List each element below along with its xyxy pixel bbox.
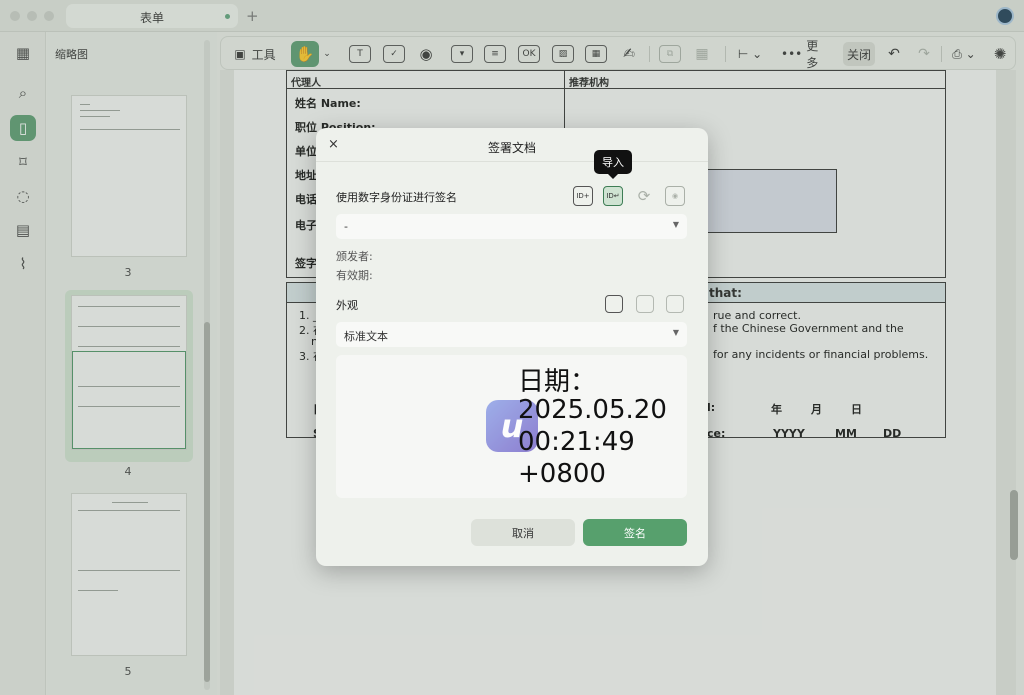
refresh-icon[interactable]: ⟳ (634, 186, 654, 206)
edit-appearance-icon[interactable] (636, 295, 654, 313)
chevron-down-icon: ▼ (672, 328, 679, 337)
dialog-title: 签署文档 (487, 141, 536, 155)
validity-label: 有效期: (336, 269, 373, 282)
digital-id-value: - (344, 220, 348, 233)
chevron-down-icon: ▼ (672, 220, 679, 229)
new-appearance-icon[interactable] (605, 295, 623, 313)
dialog-header: × 签署文档 (316, 128, 708, 162)
cancel-button[interactable]: 取消 (471, 519, 575, 546)
issuer-label: 颁发者: (336, 250, 373, 263)
digital-id-label: 使用数字身份证进行签名 (336, 191, 457, 204)
preview-line: +0800 (518, 459, 606, 489)
preview-line: 2025.05.20 (518, 395, 667, 425)
delete-appearance-icon[interactable] (666, 295, 684, 313)
signature-preview: u 日期： 2025.05.20 00:21:49 +0800 (336, 355, 687, 498)
import-id-icon[interactable]: ID↵ (603, 186, 623, 206)
appearance-value: 标准文本 (344, 330, 388, 343)
import-tooltip: 导入 (594, 150, 632, 179)
sign-button[interactable]: 签名 (583, 519, 687, 546)
preview-line: 00:21:49 (518, 427, 635, 457)
view-id-icon[interactable]: ◉ (665, 186, 685, 206)
sign-document-dialog: × 签署文档 导入 使用数字身份证进行签名 ID+ ID↵ ⟳ ◉ - ▼ 颁发… (316, 128, 708, 566)
add-id-icon[interactable]: ID+ (573, 186, 593, 206)
appearance-label: 外观 (336, 299, 358, 312)
digital-id-select[interactable]: - ▼ (336, 214, 687, 239)
appearance-select[interactable]: 标准文本 ▼ (336, 322, 687, 347)
preview-line: 日期： (518, 367, 597, 397)
